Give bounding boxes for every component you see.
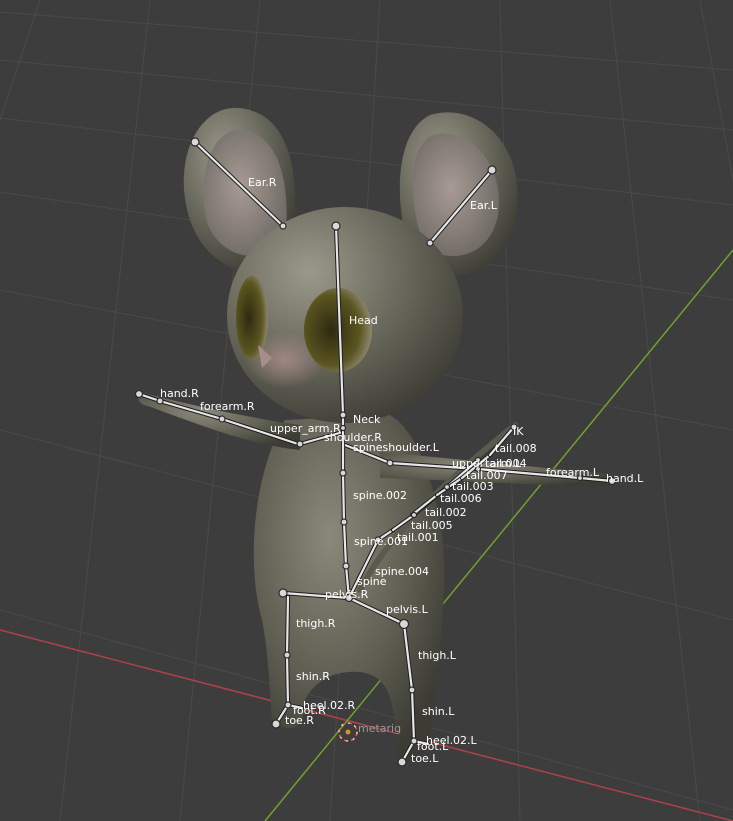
bone-shin-r[interactable] [285, 653, 290, 707]
bone-joint[interactable] [443, 483, 451, 491]
bone-label-forearm-r[interactable]: forearm.R [200, 400, 255, 413]
bone-joint[interactable] [397, 757, 407, 767]
bone-joint[interactable] [410, 511, 418, 519]
bone-joint[interactable] [339, 424, 347, 432]
bone-label-forearm-l[interactable]: forearm.L [546, 466, 600, 479]
bone-label-tail-002[interactable]: tail.002 [425, 506, 467, 519]
3d-viewport[interactable]: Ear.R Ear.L Head Neck hand.R forearm.R u… [0, 0, 733, 821]
bone-label-ear-r[interactable]: Ear.R [248, 176, 277, 189]
bone-label-shin-r[interactable]: shin.R [296, 670, 330, 683]
viewport-scene[interactable]: Ear.R Ear.L Head Neck hand.R forearm.R u… [0, 0, 733, 821]
bone-joint[interactable] [218, 415, 226, 423]
bone-label-ear-l[interactable]: Ear.L [470, 199, 498, 212]
bone-joint[interactable] [426, 239, 434, 247]
bone-joint[interactable] [339, 411, 347, 419]
bone-joint[interactable] [284, 701, 292, 709]
bone-joint[interactable] [283, 651, 291, 659]
bone-joint[interactable] [279, 222, 287, 230]
bone-joint[interactable] [340, 518, 348, 526]
bone-label-toe-l[interactable]: toe.L [411, 752, 439, 765]
bone-joint[interactable] [398, 618, 410, 630]
bone-label-tail-008[interactable]: tail.008 [495, 442, 537, 455]
origin-dot [345, 729, 351, 735]
bone-label-toe-r[interactable]: toe.R [285, 714, 314, 727]
bone-joint[interactable] [408, 686, 416, 694]
bone-label-spine-002[interactable]: spine.002 [353, 489, 407, 502]
bone-joint[interactable] [342, 562, 350, 570]
bone-label-neck[interactable]: Neck [353, 413, 381, 426]
bone-spine-002[interactable] [341, 471, 346, 524]
bone-label-pelvis-l[interactable]: pelvis.L [386, 603, 429, 616]
bone-joint[interactable] [339, 469, 347, 477]
eye-right [236, 276, 268, 360]
bone-label-shin-l[interactable]: shin.L [422, 705, 455, 718]
bone-label-hand-r[interactable]: hand.R [160, 387, 199, 400]
bone-label-thigh-r[interactable]: thigh.R [296, 617, 336, 630]
bone-label-hand-l[interactable]: hand.L [606, 472, 644, 485]
bone-joint[interactable] [190, 137, 200, 147]
bone-label-ik[interactable]: IK [513, 425, 524, 438]
bone-joint[interactable] [487, 165, 497, 175]
bone-label-pelvis-r[interactable]: pelvis.R [325, 588, 369, 601]
bone-joint[interactable] [271, 719, 281, 729]
bone-joint[interactable] [386, 459, 394, 467]
bone-joint[interactable] [331, 221, 341, 231]
bone-joint[interactable] [296, 440, 304, 448]
bone-label-shoulder-l[interactable]: spineshoulder.L [353, 441, 440, 454]
bone-label-tail-006[interactable]: tail.006 [440, 492, 482, 505]
bone-label-head[interactable]: Head [349, 314, 378, 327]
bone-label-thigh-l[interactable]: thigh.L [418, 649, 457, 662]
object-name-label: metarig [358, 722, 401, 735]
bone-joint[interactable] [278, 588, 288, 598]
object-origin[interactable]: metarig [338, 722, 401, 742]
bone-label-spine-001[interactable]: spine.001 [354, 535, 408, 548]
bone-label-spine[interactable]: spine [357, 575, 387, 588]
bone-thigh-r[interactable] [285, 595, 290, 657]
bone-joint[interactable] [134, 389, 144, 399]
